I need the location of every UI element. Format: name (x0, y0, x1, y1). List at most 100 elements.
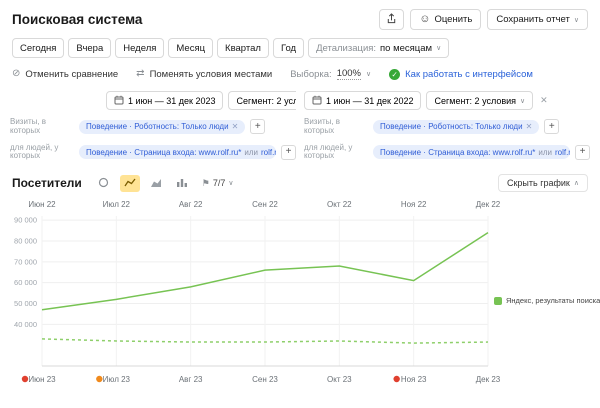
detalization-dropdown[interactable]: Детализация: по месяцам ∨ (308, 38, 449, 58)
page-title: Поисковая система (12, 12, 142, 27)
sampling-dropdown[interactable]: Выборка: 100% ∨ (290, 68, 371, 80)
swap-conditions-label: Поменять условия местами (150, 69, 273, 80)
segment-panel-b: 1 июн — 31 дек 2022 Сегмент: 2 условия ∨… (296, 91, 590, 161)
detalization-value: по месяцам (380, 43, 432, 54)
goals-counter-dropdown[interactable]: ⚑ 7/7 ∨ (202, 178, 234, 189)
period-tabs: Сегодня Вчера Неделя Месяц Квартал Год Д… (0, 30, 600, 58)
smiley-icon: ☺ (419, 14, 430, 25)
people-condition-or: или (244, 148, 258, 157)
swap-conditions-button[interactable]: ⇄ Поменять условия местами (136, 69, 272, 80)
header-actions: ☺ Оценить Сохранить отчет ∨ (379, 9, 588, 30)
cancel-comparison-label: Отменить сравнение (25, 69, 118, 80)
svg-text:Авг 23: Авг 23 (179, 375, 203, 384)
people-condition-row-a: для людей, у которых Поведение · Страниц… (10, 144, 296, 162)
legend-item[interactable]: Яндекс, результаты поиска (494, 296, 600, 305)
period-tab-month[interactable]: Месяц (168, 38, 213, 58)
chevron-down-icon: ∨ (520, 97, 525, 105)
header: Поисковая система ☺ Оценить Сохранить от… (0, 0, 600, 30)
date-range-picker-a[interactable]: 1 июн — 31 дек 2023 (106, 91, 223, 110)
add-visits-condition-button[interactable]: + (544, 119, 559, 134)
add-people-condition-button[interactable]: + (575, 145, 590, 160)
visitors-chart: 90 00080 00070 00060 00050 00040 000Июн … (0, 192, 600, 397)
svg-text:Июл 23: Июл 23 (103, 375, 131, 384)
hide-chart-label: Скрыть график (507, 178, 570, 188)
svg-text:Окт 22: Окт 22 (327, 200, 352, 209)
line-chart-toggle[interactable] (120, 175, 140, 192)
chevron-down-icon: ∨ (366, 70, 371, 78)
svg-text:90 000: 90 000 (14, 216, 37, 225)
flag-icon: ⚑ (202, 178, 210, 189)
date-range-label: 1 июн — 31 дек 2023 (128, 96, 215, 106)
people-condition-chip[interactable]: Поведение · Страница входа: www.rolf.ru*… (79, 145, 276, 159)
svg-text:Ноя 22: Ноя 22 (401, 200, 427, 209)
svg-text:Июл 22: Июл 22 (103, 200, 131, 209)
chevron-down-icon: ∨ (574, 16, 579, 24)
people-condition-row-b: для людей, у которых Поведение · Страниц… (304, 144, 590, 162)
date-range-label: 1 июн — 31 дек 2022 (326, 96, 413, 106)
actions-row: ⊘ Отменить сравнение ⇄ Поменять условия … (0, 58, 600, 80)
people-condition-alt: rolf.ru* (555, 148, 570, 157)
period-tab-year[interactable]: Год (273, 38, 304, 58)
svg-text:Дек 23: Дек 23 (476, 375, 500, 384)
visits-condition-chip[interactable]: Поведение · Роботность: Только люди ✕ (79, 120, 245, 134)
rate-label: Оценить (434, 14, 472, 25)
svg-text:Сен 22: Сен 22 (252, 200, 278, 209)
segment-a-header: 1 июн — 31 дек 2023 Сегмент: 2 условия ∨… (106, 91, 296, 110)
pie-chart-toggle[interactable] (94, 175, 114, 192)
legend-swatch (494, 297, 502, 305)
legend-label: Яндекс, результаты поиска (506, 296, 600, 305)
svg-text:Окт 23: Окт 23 (327, 375, 352, 384)
svg-text:80 000: 80 000 (14, 237, 37, 246)
chevron-up-icon: ∧ (574, 179, 579, 187)
people-condition-text: Поведение · Страница входа: www.rolf.ru* (380, 148, 535, 157)
svg-text:40 000: 40 000 (14, 320, 37, 329)
bar-chart-icon (176, 176, 188, 191)
segment-dropdown-b[interactable]: Сегмент: 2 условия ∨ (426, 91, 533, 110)
pie-chart-icon (98, 176, 109, 191)
visitors-section-header: Посетители ⚑ 7/7 ∨ Скрыт (12, 174, 588, 192)
people-condition-or: или (538, 148, 552, 157)
period-tab-week[interactable]: Неделя (115, 38, 164, 58)
save-report-label: Сохранить отчет (496, 14, 570, 25)
remove-segment-b-button[interactable]: ✕ (538, 93, 550, 108)
chevron-down-icon: ∨ (436, 44, 441, 52)
add-people-condition-button[interactable]: + (281, 145, 296, 160)
visits-condition-label: Визиты, в которых (10, 118, 74, 136)
visits-condition-text: Поведение · Роботность: Только люди (86, 122, 229, 131)
save-report-button[interactable]: Сохранить отчет ∨ (487, 9, 588, 30)
svg-text:50 000: 50 000 (14, 299, 37, 308)
segment-dropdown-a[interactable]: Сегмент: 2 условия ∨ (228, 91, 296, 110)
remove-condition-icon[interactable]: ✕ (526, 122, 533, 131)
interface-help-link[interactable]: ✓ Как работать с интерфейсом (389, 69, 533, 80)
calendar-icon (312, 95, 322, 107)
rate-button[interactable]: ☺ Оценить (410, 9, 481, 30)
segment-label: Сегмент: 2 условия (434, 96, 516, 106)
visitors-title: Посетители (12, 176, 82, 190)
svg-text:Июн 22: Июн 22 (28, 200, 56, 209)
chevron-down-icon: ∨ (228, 179, 233, 187)
people-condition-chip[interactable]: Поведение · Страница входа: www.rolf.ru*… (373, 145, 570, 159)
segments-area: 1 июн — 31 дек 2023 Сегмент: 2 условия ∨… (0, 80, 600, 161)
sampling-value: 100% (337, 68, 361, 80)
visits-condition-chip[interactable]: Поведение · Роботность: Только люди ✕ (373, 120, 539, 134)
visits-condition-label: Визиты, в которых (304, 118, 368, 136)
bar-chart-toggle[interactable] (172, 175, 192, 192)
period-tab-yesterday[interactable]: Вчера (68, 38, 111, 58)
visits-condition-row-a: Визиты, в которых Поведение · Роботность… (10, 118, 296, 136)
detalization-label: Детализация: (316, 43, 376, 54)
svg-text:70 000: 70 000 (14, 258, 37, 267)
svg-text:Авг 22: Авг 22 (179, 200, 203, 209)
share-button[interactable] (379, 9, 404, 30)
period-tab-today[interactable]: Сегодня (12, 38, 64, 58)
area-chart-toggle[interactable] (146, 175, 166, 192)
date-range-picker-b[interactable]: 1 июн — 31 дек 2022 (304, 91, 421, 110)
remove-condition-icon[interactable]: ✕ (232, 122, 239, 131)
visits-condition-row-b: Визиты, в которых Поведение · Роботность… (304, 118, 590, 136)
hide-chart-button[interactable]: Скрыть график ∧ (498, 174, 588, 192)
period-tab-quarter[interactable]: Квартал (217, 38, 269, 58)
svg-text:Дек 22: Дек 22 (476, 200, 500, 209)
svg-text:Сен 23: Сен 23 (252, 375, 278, 384)
add-visits-condition-button[interactable]: + (250, 119, 265, 134)
cancel-icon: ⊘ (12, 69, 20, 79)
cancel-comparison-button[interactable]: ⊘ Отменить сравнение (12, 69, 118, 80)
